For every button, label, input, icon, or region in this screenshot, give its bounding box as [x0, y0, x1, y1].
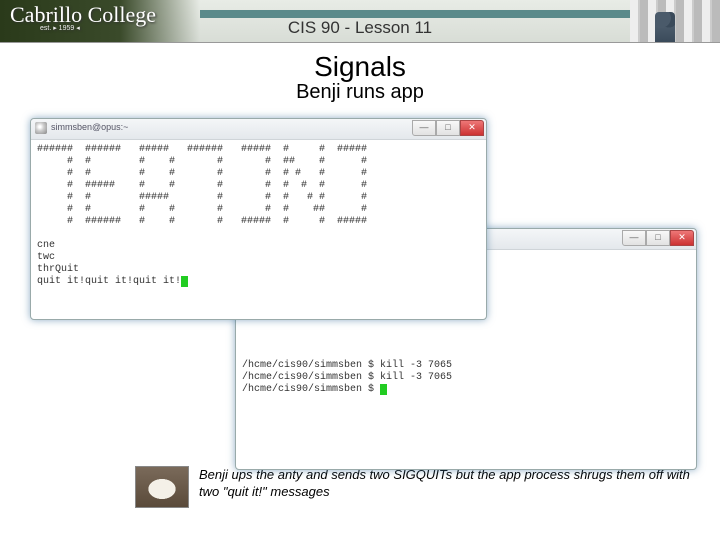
header-accent-strip	[200, 10, 630, 18]
course-label: CIS 90 - Lesson 11	[0, 18, 720, 38]
window-controls-1: — □ ✕	[412, 120, 484, 136]
dog-thumbnail	[135, 466, 189, 508]
titlebar-1[interactable]: simmsben@opus:~ — □ ✕	[31, 119, 486, 140]
caption-row: Benji ups the anty and sends two SIGQUIT…	[135, 466, 690, 508]
window1-title: simmsben@opus:~	[51, 122, 128, 132]
terminal-window-1: simmsben@opus:~ — □ ✕ ###### ###### ####…	[30, 118, 487, 320]
slide-subtitle: Benji runs app	[0, 81, 720, 104]
slide-title: Signals	[0, 51, 720, 83]
cursor-2	[380, 384, 387, 395]
putty-icon	[35, 122, 47, 134]
slide-header: Cabrillo College est. ▸ 1959 ◂ CIS 90 - …	[0, 0, 720, 43]
terminal-output-1: ###### ###### ##### ###### ##### # # ###…	[31, 140, 486, 292]
cursor-1	[181, 276, 188, 287]
maximize-button[interactable]: □	[646, 230, 670, 246]
window-controls-2: — □ ✕	[622, 230, 694, 246]
maximize-button[interactable]: □	[436, 120, 460, 136]
terminal1-text: ###### ###### ##### ###### ##### # # ###…	[37, 144, 367, 287]
minimize-button[interactable]: —	[622, 230, 646, 246]
caption-text: Benji ups the anty and sends two SIGQUIT…	[199, 466, 690, 500]
minimize-button[interactable]: —	[412, 120, 436, 136]
close-button[interactable]: ✕	[670, 230, 694, 246]
terminal2-text: /hcme/cis90/simmsben $ kill -3 7065 /hcm…	[242, 360, 452, 395]
close-button[interactable]: ✕	[460, 120, 484, 136]
